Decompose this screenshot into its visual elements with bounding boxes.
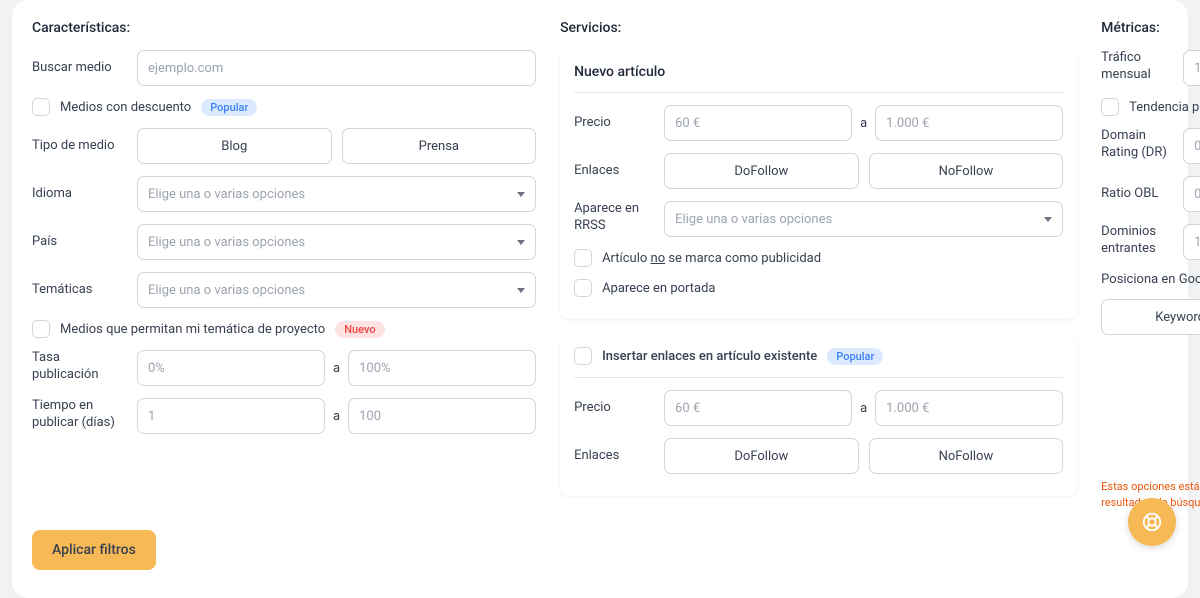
col-caracteristicas: Características: Buscar medio Medios con… [32, 20, 536, 510]
front-checkbox[interactable] [574, 279, 592, 297]
domains-from-input[interactable] [1183, 224, 1200, 260]
google-label: Posiciona en Google: [1101, 272, 1200, 287]
links-label: Enlaces [574, 448, 654, 465]
popular-badge: Popular [201, 99, 257, 116]
type-label: Tipo de medio [32, 138, 127, 155]
popular-badge: Popular [827, 348, 883, 365]
rrss-label: Aparece en RRSS [574, 201, 654, 235]
card-nuevo-articulo: Nuevo artículo Precio a Enlaces DoFollow… [560, 50, 1077, 319]
col-metricas: Métricas: Tráfico mensual a Tendencia po… [1101, 20, 1200, 510]
type-prensa-button[interactable]: Prensa [342, 128, 537, 164]
obl-from-input[interactable] [1183, 176, 1200, 212]
theme-label: Medios que permitan mi temática de proye… [60, 322, 325, 337]
range-sep: a [333, 409, 340, 424]
price-to-input[interactable] [875, 105, 1063, 141]
section-title: Métricas: [1101, 20, 1200, 36]
lang-placeholder: Elige una o varias opciones [148, 187, 305, 202]
range-sep: a [860, 116, 867, 131]
chevron-down-icon [1044, 217, 1052, 222]
nofollow-button[interactable]: NoFollow [869, 438, 1064, 474]
obl-label: Ratio OBL [1101, 186, 1173, 203]
dofollow-button[interactable]: DoFollow [664, 438, 859, 474]
discount-checkbox[interactable] [32, 98, 50, 116]
range-sep: a [333, 361, 340, 376]
rate-to-input[interactable] [348, 350, 536, 386]
col-servicios: Servicios: Nuevo artículo Precio a Enlac… [560, 20, 1077, 510]
card-title: Nuevo artículo [574, 64, 1063, 80]
type-blog-button[interactable]: Blog [137, 128, 332, 164]
apply-filters-button[interactable]: Aplicar filtros [32, 530, 156, 570]
chevron-down-icon [517, 240, 525, 245]
country-select[interactable]: Elige una o varias opciones [137, 224, 536, 260]
rate-from-input[interactable] [137, 350, 325, 386]
dr-label: Domain Rating (DR) [1101, 128, 1173, 162]
trend-label: Tendencia positiva de tráfico [1129, 100, 1200, 115]
time-from-input[interactable] [137, 398, 325, 434]
country-label: País [32, 234, 127, 251]
section-title: Servicios: [560, 20, 1077, 36]
rrss-placeholder: Elige una o varias opciones [675, 212, 832, 227]
price-label: Precio [574, 115, 654, 132]
price-to-input[interactable] [875, 390, 1063, 426]
chevron-down-icon [517, 192, 525, 197]
noad-checkbox[interactable] [574, 249, 592, 267]
insert-checkbox[interactable] [574, 347, 592, 365]
lang-select[interactable]: Elige una o varias opciones [137, 176, 536, 212]
section-title: Características: [32, 20, 536, 36]
range-sep: a [860, 401, 867, 416]
price-from-input[interactable] [664, 105, 852, 141]
card-insertar-enlaces: Insertar enlaces en artículo existente P… [560, 333, 1077, 496]
filters-card: Características: Buscar medio Medios con… [12, 0, 1188, 598]
rate-label: Tasa publicación [32, 350, 127, 384]
dofollow-button[interactable]: DoFollow [664, 153, 859, 189]
nofollow-button[interactable]: NoFollow [869, 153, 1064, 189]
lang-label: Idioma [32, 186, 127, 203]
country-placeholder: Elige una o varias opciones [148, 235, 305, 250]
links-label: Enlaces [574, 163, 654, 180]
dr-from-input[interactable] [1183, 128, 1200, 164]
discount-label: Medios con descuento [60, 100, 191, 115]
topics-placeholder: Elige una o varias opciones [148, 283, 305, 298]
card-title: Insertar enlaces en artículo existente [602, 349, 817, 364]
price-from-input[interactable] [664, 390, 852, 426]
search-input[interactable] [137, 50, 536, 86]
nuevo-badge: Nuevo [335, 321, 384, 338]
chevron-down-icon [517, 288, 525, 293]
trend-checkbox[interactable] [1101, 98, 1119, 116]
price-label: Precio [574, 400, 654, 417]
domains-label: Dominios entrantes [1101, 224, 1173, 258]
topics-label: Temáticas [32, 282, 127, 299]
traffic-from-input[interactable] [1183, 50, 1200, 86]
search-label: Buscar medio [32, 60, 127, 77]
time-to-input[interactable] [348, 398, 536, 434]
front-label: Aparece en portada [602, 281, 715, 296]
kw-project-button[interactable]: Keywords de proyecto [1101, 299, 1200, 335]
rrss-select[interactable]: Elige una o varias opciones [664, 201, 1063, 237]
theme-checkbox[interactable] [32, 320, 50, 338]
noad-label: Artículo no se marca como publicidad [602, 251, 821, 266]
topics-select[interactable]: Elige una o varias opciones [137, 272, 536, 308]
time-label: Tiempo en publicar (días) [32, 398, 127, 432]
traffic-label: Tráfico mensual [1101, 50, 1173, 84]
